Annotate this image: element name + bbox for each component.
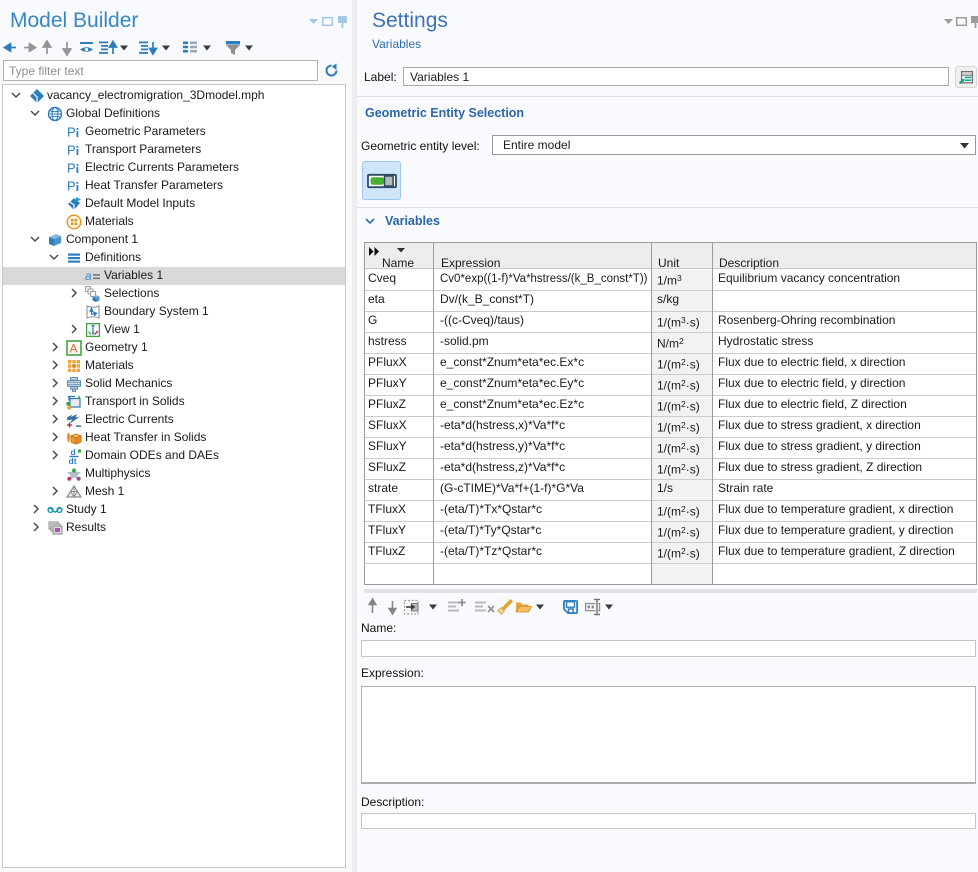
svg-text:P: P bbox=[67, 125, 76, 140]
svg-text:P: P bbox=[67, 161, 76, 176]
svg-text:a: a bbox=[85, 269, 92, 283]
svg-text:P: P bbox=[67, 179, 76, 194]
svg-text:dt: dt bbox=[69, 456, 77, 464]
svg-text:A: A bbox=[70, 342, 78, 356]
svg-text:P: P bbox=[67, 143, 76, 158]
